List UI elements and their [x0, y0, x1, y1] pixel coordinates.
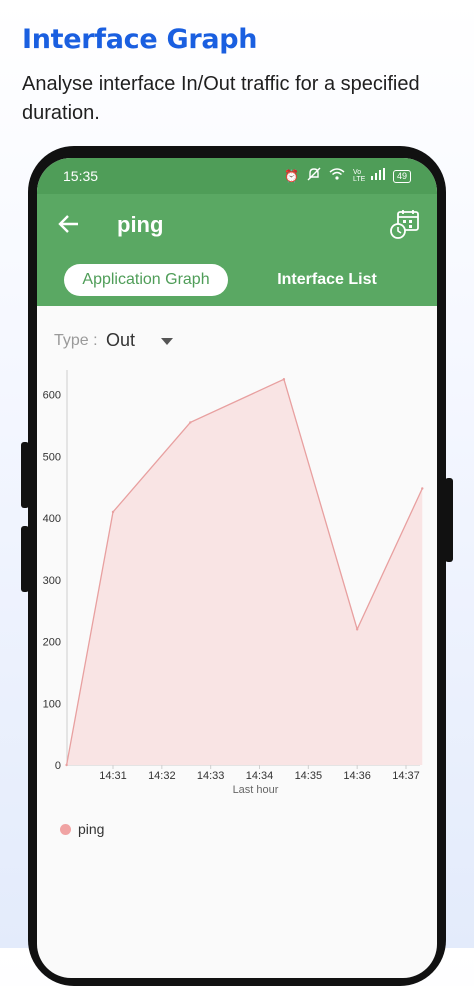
y-tick-label: 500: [43, 451, 61, 463]
data-point-ping: [282, 378, 286, 381]
data-point-ping: [355, 628, 359, 631]
wifi-icon: [329, 168, 345, 184]
type-value[interactable]: Out: [106, 330, 135, 351]
phone-screen: 15:35 ⏰ Vo LTE 49 ping Application Graph…: [37, 158, 437, 978]
type-label: Type :: [54, 332, 98, 349]
status-icons: ⏰ Vo LTE 49: [284, 167, 411, 185]
date-range-button[interactable]: [389, 208, 421, 240]
volte-icon: Vo LTE: [352, 169, 366, 183]
data-point-ping: [189, 421, 192, 424]
x-axis-label: Last hour: [233, 784, 279, 796]
promo-title: Interface Graph: [22, 24, 258, 55]
series-area-ping: [66, 379, 423, 765]
tab-interface-list[interactable]: Interface List: [257, 264, 397, 296]
x-tick-label: 14:31: [99, 770, 127, 782]
promo-subtitle: Analyse interface In/Out traffic for a s…: [22, 73, 420, 124]
status-time: 15:35: [63, 168, 99, 184]
tab-application-graph[interactable]: Application Graph: [64, 264, 228, 296]
traffic-chart: bytes010020030040050060014:3114:3214:331…: [43, 370, 424, 796]
signal-icon: [370, 168, 385, 184]
y-tick-label: 100: [43, 698, 61, 710]
status-bar: 15:35 ⏰ Vo LTE 49: [37, 158, 437, 194]
y-tick-label: 400: [43, 513, 61, 525]
app-title: ping: [117, 212, 164, 237]
y-tick-label: 200: [43, 637, 61, 649]
phone-side-button-right: [445, 478, 453, 562]
data-point-ping: [65, 763, 68, 767]
data-point-ping: [421, 487, 424, 490]
x-tick-label: 14:33: [197, 770, 225, 782]
legend-swatch: [60, 824, 71, 835]
x-tick-label: 14:35: [295, 770, 323, 782]
battery-icon: 49: [392, 169, 411, 183]
x-tick-label: 14:32: [148, 770, 176, 782]
calendar-clock-icon: [390, 210, 419, 239]
legend-label: ping: [78, 821, 105, 837]
x-tick-label: 14:36: [343, 770, 371, 782]
app-bar: ping Application Graph Interface List: [37, 194, 437, 306]
y-tick-label: 600: [43, 390, 61, 402]
x-tick-label: 14:34: [246, 770, 274, 782]
x-tick-label: 14:37: [392, 770, 420, 782]
chevron-down-icon[interactable]: [161, 338, 173, 346]
data-point-ping: [111, 510, 115, 514]
mute-icon: [307, 167, 321, 185]
alarm-icon: ⏰: [284, 169, 299, 183]
y-tick-label: 300: [43, 575, 61, 587]
back-button[interactable]: [55, 210, 83, 238]
arrow-left-icon: [58, 215, 78, 233]
y-tick-label: 0: [55, 760, 61, 772]
